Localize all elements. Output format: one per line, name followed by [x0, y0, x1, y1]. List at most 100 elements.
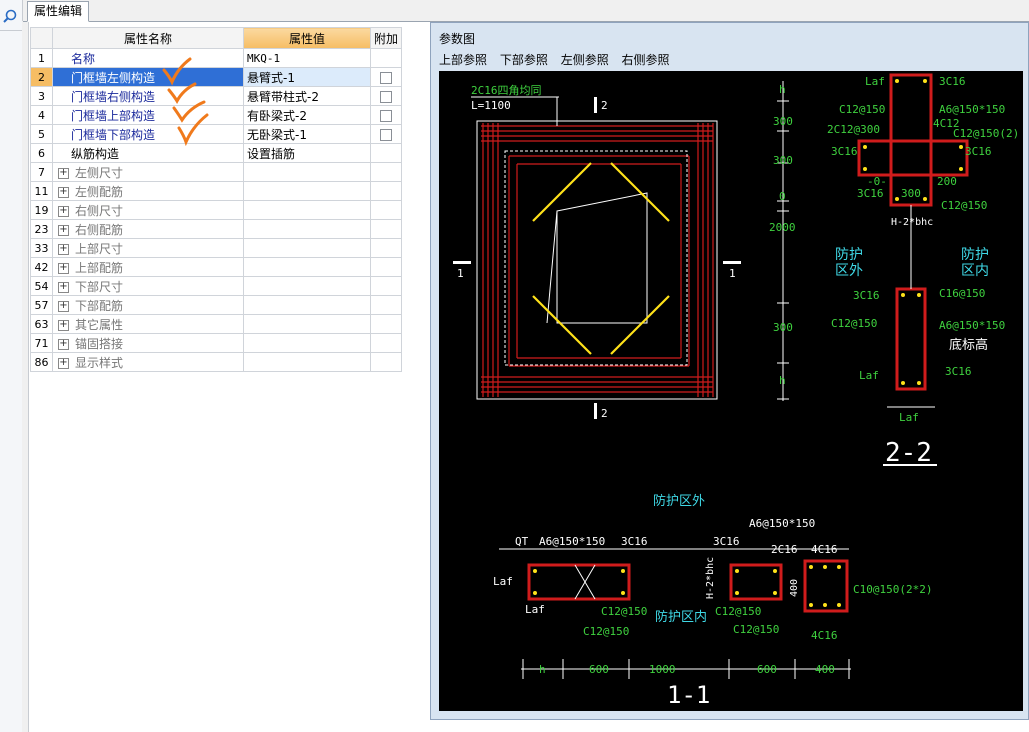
expand-plus-icon[interactable]: + — [58, 300, 69, 312]
group-label: 下部尺寸 — [75, 279, 124, 294]
ref-left-button[interactable]: 左侧参照 — [561, 51, 609, 68]
extra-cell — [370, 67, 402, 87]
group-row[interactable]: + 其它属性 — [52, 314, 244, 334]
row-number: 7 — [30, 162, 53, 182]
group-row[interactable]: + 右侧配筋 — [52, 219, 244, 239]
ref-top-button[interactable]: 上部参照 — [439, 51, 487, 68]
property-value — [243, 333, 371, 353]
property-value — [243, 162, 371, 182]
extra-cell — [370, 143, 402, 163]
dim-label: 1000 — [649, 663, 676, 676]
tab-property-edit[interactable]: 属性编辑 — [27, 1, 90, 22]
row-number: 1 — [30, 48, 53, 68]
expand-plus-icon[interactable]: + — [58, 262, 69, 274]
table-row[interactable]: 86 + 显示样式 — [30, 352, 402, 372]
zone-heading: 防护区外 — [653, 493, 705, 509]
table-row[interactable]: 4 门框墙上部构造 有卧梁式-2 — [30, 105, 402, 125]
extra-checkbox[interactable] — [380, 128, 392, 141]
expand-plus-icon[interactable]: + — [58, 167, 69, 179]
property-value[interactable]: MKQ-1 — [243, 48, 371, 68]
group-row[interactable]: + 上部尺寸 — [52, 238, 244, 258]
table-row[interactable]: 63 + 其它属性 — [30, 314, 402, 334]
property-name[interactable]: 纵筋构造 — [52, 143, 244, 163]
frame-elevation: 2C16四角均同 L=1100 2 2 1 1 — [453, 84, 741, 420]
rebar-label: C12@150 — [839, 103, 885, 116]
header-property-name[interactable]: 属性名称 — [52, 27, 244, 49]
header-extra[interactable]: 附加 — [370, 27, 402, 49]
cut-label-2-bottom: 2 — [601, 407, 608, 420]
dim-label: 400 — [789, 579, 800, 597]
group-label: 下部配筋 — [75, 298, 124, 313]
property-name[interactable]: 门框墙右侧构造 — [52, 86, 244, 106]
property-value[interactable]: 无卧梁式-1 — [243, 124, 371, 144]
rebar-label: 4C16 — [811, 629, 838, 642]
dim-label: 600 — [589, 663, 609, 676]
expand-plus-icon[interactable]: + — [58, 281, 69, 293]
property-value[interactable]: 悬臂带柱式-2 — [243, 86, 371, 106]
property-name[interactable]: 名称 — [52, 48, 244, 68]
table-row[interactable]: 2 门框墙左侧构造 悬臂式-1 — [30, 67, 402, 87]
table-row[interactable]: 7 + 左侧尺寸 — [30, 162, 402, 182]
zone-label: 防护 — [961, 247, 989, 263]
table-row[interactable]: 54 + 下部尺寸 — [30, 276, 402, 296]
group-row[interactable]: + 上部配筋 — [52, 257, 244, 277]
extra-checkbox[interactable] — [380, 71, 392, 84]
table-row[interactable]: 57 + 下部配筋 — [30, 295, 402, 315]
table-row[interactable]: 3 门框墙右侧构造 悬臂带柱式-2 — [30, 86, 402, 106]
expand-plus-icon[interactable]: + — [58, 357, 69, 369]
table-row[interactable]: 33 + 上部尺寸 — [30, 238, 402, 258]
rebar-label: C12@150 — [583, 625, 629, 638]
cut-label-1-right: 1 — [729, 267, 736, 280]
row-number: 42 — [30, 257, 53, 277]
expand-plus-icon[interactable]: + — [58, 338, 69, 350]
rebar-label: C12@150 — [733, 623, 779, 636]
rebar-label: Laf — [865, 75, 885, 88]
cut-label-2-top: 2 — [601, 99, 608, 112]
rebar-label: 200 — [937, 175, 957, 188]
extra-checkbox[interactable] — [380, 90, 392, 103]
property-name[interactable]: 门框墙左侧构造 — [52, 67, 244, 87]
group-row[interactable]: + 下部配筋 — [52, 295, 244, 315]
table-row[interactable]: 42 + 上部配筋 — [30, 257, 402, 277]
expand-plus-icon[interactable]: + — [58, 205, 69, 217]
group-row[interactable]: + 左侧配筋 — [52, 181, 244, 201]
expand-plus-icon[interactable]: + — [58, 319, 69, 331]
extra-checkbox[interactable] — [380, 109, 392, 122]
header-property-value[interactable]: 属性值 — [243, 27, 371, 49]
expand-plus-icon[interactable]: + — [58, 243, 69, 255]
property-name[interactable]: 门框墙上部构造 — [52, 105, 244, 125]
expand-plus-icon[interactable]: + — [58, 186, 69, 198]
extra-cell — [370, 124, 402, 144]
group-row[interactable]: + 显示样式 — [52, 352, 244, 372]
ref-bottom-button[interactable]: 下部参照 — [500, 51, 548, 68]
table-row[interactable]: 23 + 右侧配筋 — [30, 219, 402, 239]
property-value[interactable]: 设置插筋 — [243, 143, 371, 163]
rebar-label: C12@150(2) — [953, 127, 1019, 140]
property-value — [243, 219, 371, 239]
group-row[interactable]: + 右侧尺寸 — [52, 200, 244, 220]
parameter-diagram-panel: 参数图 上部参照 下部参照 左侧参照 右侧参照 2C16四角均同 L=1100 … — [430, 22, 1029, 720]
header-index — [30, 27, 53, 49]
group-label: 左侧配筋 — [75, 184, 124, 199]
row-number: 57 — [30, 295, 53, 315]
table-row[interactable]: 71 + 锚固搭接 — [30, 333, 402, 353]
table-row[interactable]: 19 + 右侧尺寸 — [30, 200, 402, 220]
panel-title: 参数图 — [439, 32, 476, 46]
group-row[interactable]: + 左侧尺寸 — [52, 162, 244, 182]
search-icon[interactable] — [2, 8, 18, 24]
table-row[interactable]: 5 门框墙下部构造 无卧梁式-1 — [30, 124, 402, 144]
expand-plus-icon[interactable]: + — [58, 224, 69, 236]
property-value[interactable]: 有卧梁式-2 — [243, 105, 371, 125]
group-row[interactable]: + 下部尺寸 — [52, 276, 244, 296]
rebar-label: H-2*bhc — [891, 217, 933, 228]
table-row[interactable]: 6 纵筋构造 设置插筋 — [30, 143, 402, 163]
table-row[interactable]: 1 名称 MKQ-1 — [30, 48, 402, 68]
table-row[interactable]: 11 + 左侧配筋 — [30, 181, 402, 201]
left-toolbar — [0, 0, 23, 732]
group-row[interactable]: + 锚固搭接 — [52, 333, 244, 353]
property-value[interactable]: 悬臂式-1 — [243, 67, 371, 87]
group-label: 上部尺寸 — [75, 241, 124, 256]
row-number: 3 — [30, 86, 53, 106]
property-name[interactable]: 门框墙下部构造 — [52, 124, 244, 144]
ref-right-button[interactable]: 右侧参照 — [622, 51, 670, 68]
